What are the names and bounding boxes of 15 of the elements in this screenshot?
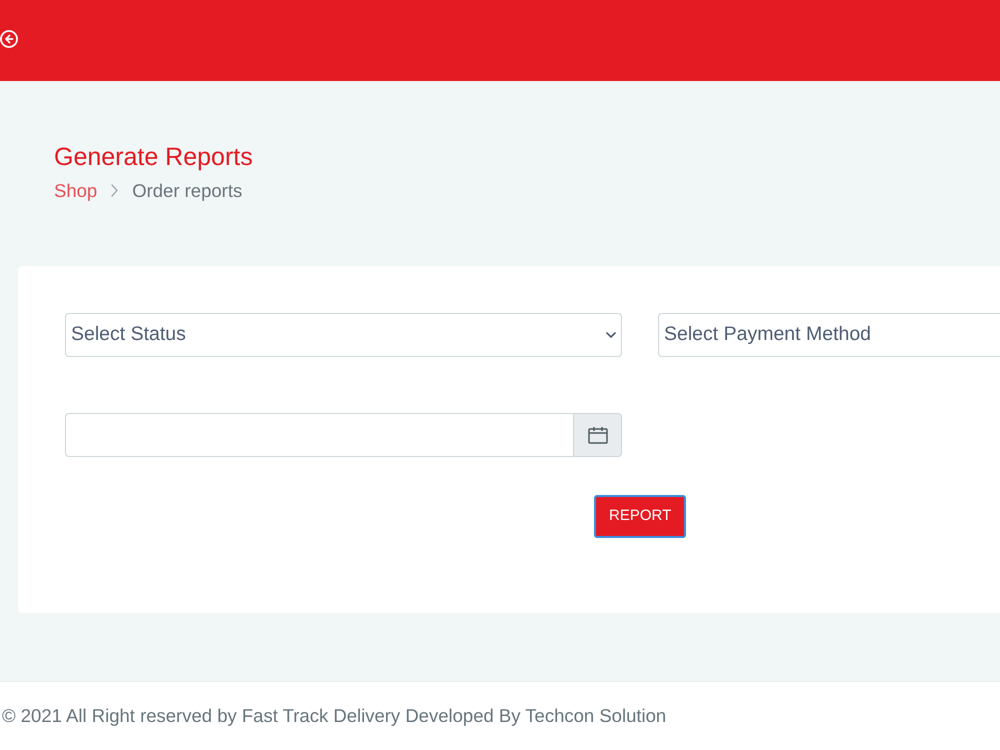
breadcrumb-link[interactable]: Shop <box>54 179 98 202</box>
status-select[interactable]: Select Status <box>65 313 622 357</box>
calendar-button[interactable] <box>574 413 622 457</box>
footer-text: © 2021 All Right reserved by Fast Track Delivery Developed By Techcon Solution <box>2 704 666 728</box>
calendar-icon <box>588 426 608 444</box>
date-input[interactable] <box>65 413 574 457</box>
chevron-down-icon <box>606 332 616 338</box>
payment-select-value: Select Payment Method <box>664 322 872 348</box>
page-title: Generate Reports <box>54 142 253 172</box>
back-icon[interactable] <box>0 30 18 48</box>
breadcrumb-current: Order reports <box>132 179 242 202</box>
breadcrumb-separator-icon <box>111 184 118 197</box>
status-select-value: Select Status <box>71 322 186 348</box>
report-button[interactable]: REPORT <box>594 495 686 538</box>
payment-select[interactable]: Select Payment Method <box>658 313 1000 357</box>
